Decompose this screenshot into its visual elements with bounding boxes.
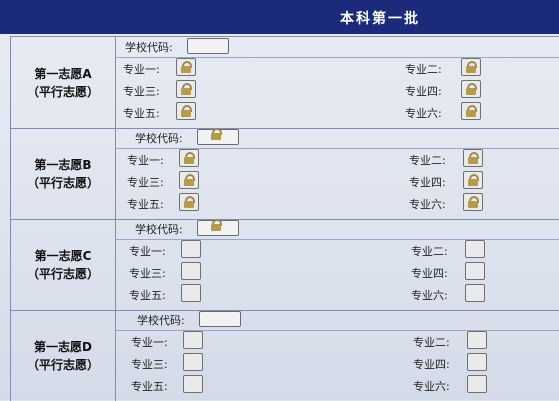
lock-icon [210, 219, 222, 231]
school-code-input[interactable] [187, 38, 229, 54]
school-code-input[interactable] [197, 128, 239, 145]
major-2-label: 专业二: [405, 63, 442, 76]
school-code-label: 学校代码: [135, 223, 183, 236]
lock-icon [467, 196, 479, 208]
lock-icon [183, 196, 195, 208]
lock-icon [183, 152, 195, 164]
school-code-label: 学校代码: [125, 41, 173, 54]
major-2-input[interactable] [461, 58, 481, 76]
major-4-label: 专业四: [409, 176, 446, 189]
major-2-label: 专业二: [413, 336, 450, 349]
major-1-input[interactable] [176, 58, 196, 76]
major-1-input[interactable] [183, 331, 203, 349]
lock-icon [180, 61, 192, 73]
major-2-input[interactable] [463, 149, 483, 167]
major-6-label: 专业六: [409, 198, 446, 211]
major-2-label: 专业二: [409, 154, 446, 167]
choice-group-d: 第一志愿D （平行志愿） 学校代码: 专业一: 专业二: 专业三: 专业四: 专… [11, 310, 559, 401]
major-6-input[interactable] [463, 193, 483, 211]
school-code-label: 学校代码: [137, 314, 185, 327]
major-6-input[interactable] [461, 102, 481, 120]
major-2-input[interactable] [467, 331, 487, 349]
school-code-row: 学校代码: [115, 219, 559, 240]
major-3-input[interactable] [176, 80, 196, 98]
major-1-label: 专业一: [127, 154, 164, 167]
lock-icon [180, 83, 192, 95]
major-4-label: 专业四: [405, 85, 442, 98]
major-3-input[interactable] [181, 262, 201, 280]
major-5-input[interactable] [183, 375, 203, 393]
school-code-label: 学校代码: [135, 132, 183, 145]
major-5-label: 专业五: [123, 107, 160, 120]
lock-icon [467, 174, 479, 186]
choice-title-cell: 第一志愿C （平行志愿） [11, 219, 116, 310]
major-3-label: 专业三: [127, 176, 164, 189]
major-1-label: 专业一: [129, 245, 166, 258]
major-3-label: 专业三: [123, 85, 160, 98]
school-code-row: 学校代码: [115, 310, 559, 331]
major-5-label: 专业五: [129, 289, 166, 302]
choice-title: 第一志愿B [34, 157, 92, 172]
header-bar: 本科第一批 [0, 0, 559, 34]
major-4-input[interactable] [465, 262, 485, 280]
major-3-label: 专业三: [129, 267, 166, 280]
major-1-input[interactable] [179, 149, 199, 167]
lock-icon [180, 105, 192, 117]
choice-group-c: 第一志愿C （平行志愿） 学校代码: 专业一: 专业二: 专业三: 专业四: 专… [11, 219, 559, 311]
form-table: 第一志愿A （平行志愿） 学校代码: 专业一: 专业二: 专业三: 专业四: 专… [10, 36, 559, 401]
school-code-input[interactable] [197, 219, 239, 236]
major-4-label: 专业四: [411, 267, 448, 280]
major-2-label: 专业二: [411, 245, 448, 258]
major-5-input[interactable] [181, 284, 201, 302]
major-2-input[interactable] [465, 240, 485, 258]
major-1-label: 专业一: [123, 63, 160, 76]
lock-icon [465, 61, 477, 73]
choice-title: 第一志愿D [34, 339, 92, 354]
major-5-label: 专业五: [131, 380, 168, 393]
choice-type: （平行志愿） [26, 175, 99, 190]
major-3-label: 专业三: [131, 358, 168, 371]
major-4-label: 专业四: [413, 358, 450, 371]
choice-group-a: 第一志愿A （平行志愿） 学校代码: 专业一: 专业二: 专业三: 专业四: 专… [11, 37, 559, 129]
choice-title-cell: 第一志愿D （平行志愿） [11, 310, 116, 401]
school-code-row: 学校代码: [115, 37, 559, 58]
major-4-input[interactable] [463, 171, 483, 189]
major-6-label: 专业六: [411, 289, 448, 302]
major-5-input[interactable] [176, 102, 196, 120]
choice-type: （平行志愿） [26, 266, 99, 281]
major-6-label: 专业六: [405, 107, 442, 120]
choice-type: （平行志愿） [26, 357, 99, 372]
major-1-input[interactable] [181, 240, 201, 258]
lock-icon [467, 152, 479, 164]
school-code-row: 学校代码: [115, 128, 559, 149]
lock-icon [183, 174, 195, 186]
lock-icon [465, 105, 477, 117]
major-6-input[interactable] [467, 375, 487, 393]
choice-group-b: 第一志愿B （平行志愿） 学校代码: 专业一: 专业二: 专业三: 专业四: 专… [11, 128, 559, 220]
page-title: 本科第一批 [340, 11, 420, 27]
form-frame: 本科第一批 第一志愿A （平行志愿） 学校代码: 专业一: 专业二: 专业三: [0, 0, 559, 401]
lock-icon [465, 83, 477, 95]
major-6-label: 专业六: [413, 380, 450, 393]
major-4-input[interactable] [461, 80, 481, 98]
lock-icon [210, 128, 222, 140]
choice-title-cell: 第一志愿B （平行志愿） [11, 128, 116, 219]
major-4-input[interactable] [467, 353, 487, 371]
choice-title-cell: 第一志愿A （平行志愿） [11, 37, 116, 128]
choice-type: （平行志愿） [26, 84, 99, 99]
major-6-input[interactable] [465, 284, 485, 302]
school-code-input[interactable] [199, 311, 241, 327]
major-3-input[interactable] [179, 171, 199, 189]
major-3-input[interactable] [183, 353, 203, 371]
choice-title: 第一志愿C [34, 248, 92, 263]
major-1-label: 专业一: [131, 336, 168, 349]
major-5-label: 专业五: [127, 198, 164, 211]
major-5-input[interactable] [179, 193, 199, 211]
choice-title: 第一志愿A [34, 66, 92, 81]
